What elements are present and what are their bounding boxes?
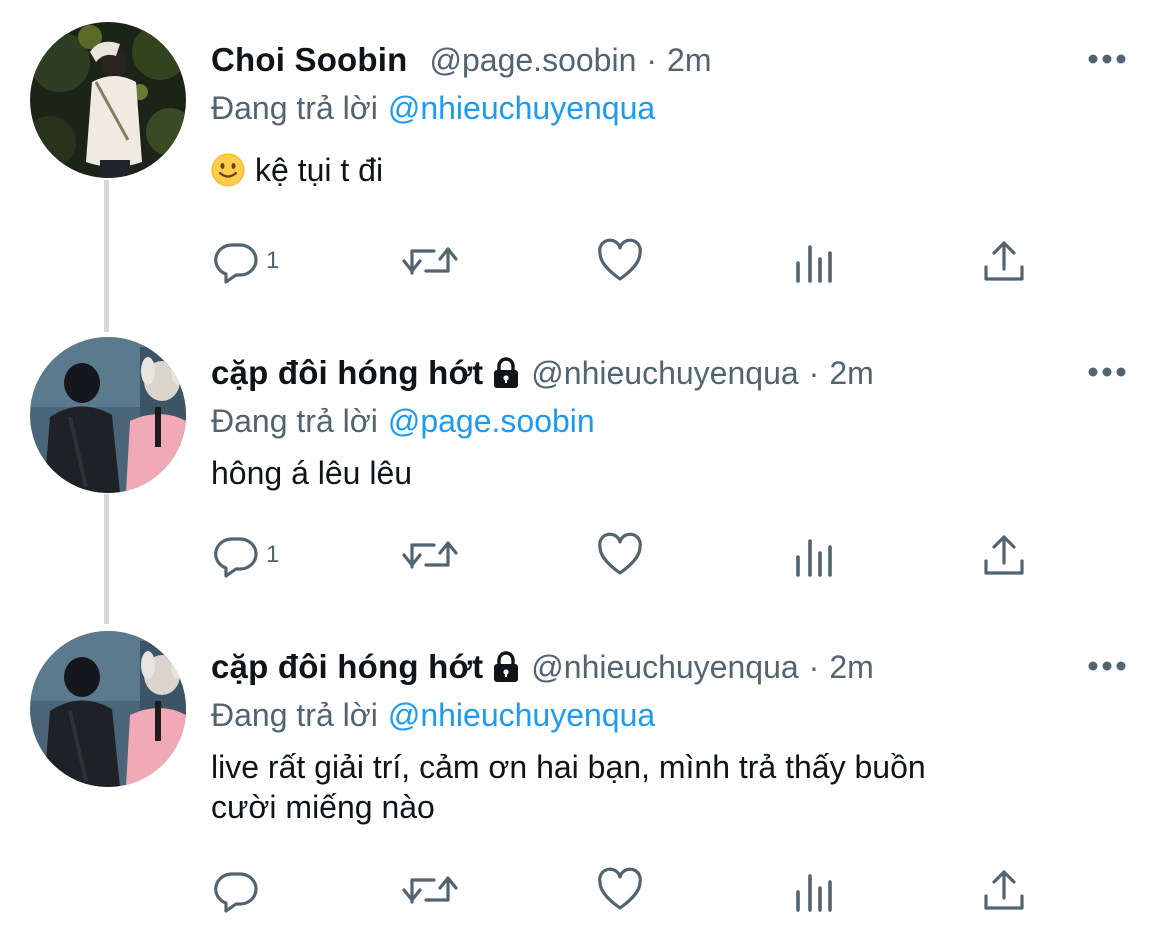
replying-to: Đang trả lời @page.soobin (211, 403, 595, 440)
retweet-icon (402, 247, 458, 275)
share-button[interactable] (980, 865, 1028, 915)
user-handle[interactable]: @nhieuchuyenqua (531, 649, 798, 686)
heart-icon (598, 238, 642, 281)
avatar[interactable] (30, 22, 186, 178)
tweet[interactable]: Choi Soobin @page.soobin · 2m Đang trả l… (0, 22, 1170, 320)
reply-count: 1 (266, 247, 280, 274)
tweet-text-content: kệ tụi t đi (255, 152, 384, 188)
more-options-icon[interactable] (1086, 365, 1128, 379)
timestamp[interactable]: 2m (829, 355, 873, 392)
share-button[interactable] (980, 530, 1028, 580)
timestamp[interactable]: 2m (829, 649, 873, 686)
action-bar: 1 (212, 236, 1042, 286)
tweet[interactable]: cặp đôi hóng hớt @nhieuchuyenqua · 2m Đa… (0, 631, 1170, 925)
share-button[interactable] (980, 236, 1028, 286)
retweet-button[interactable] (400, 865, 460, 915)
user-handle[interactable]: @page.soobin (430, 42, 637, 79)
views-button[interactable] (790, 236, 838, 286)
like-button[interactable] (596, 236, 644, 286)
analytics-icon (796, 539, 832, 577)
tweet-text-line: live rất giải trí, cảm ơn hai bạn, mình … (211, 749, 926, 785)
slightly-smiling-face-icon (211, 153, 245, 187)
separator-dot: · (808, 354, 820, 391)
analytics-icon (796, 874, 832, 912)
avatar[interactable] (30, 631, 186, 787)
analytics-icon (796, 245, 832, 283)
separator-dot: · (646, 41, 658, 78)
reply-icon (214, 243, 258, 284)
more-options-icon[interactable] (1086, 52, 1128, 66)
separator-dot: · (808, 648, 820, 685)
replying-to-label: Đang trả lời (211, 90, 378, 126)
user-handle[interactable]: @nhieuchuyenqua (531, 355, 798, 392)
like-button[interactable] (596, 865, 644, 915)
views-button[interactable] (790, 530, 838, 580)
mention-link[interactable]: @nhieuchuyenqua (388, 697, 655, 733)
tweet-text-content: hông á lêu lêu (211, 455, 413, 491)
protected-account-lock-icon (494, 357, 519, 388)
replying-to: Đang trả lời @nhieuchuyenqua (211, 697, 655, 734)
retweet-button[interactable] (400, 530, 460, 580)
reply-count: 1 (266, 541, 280, 568)
action-bar: 1 (212, 530, 1042, 580)
timestamp[interactable]: 2m (667, 42, 711, 79)
mention-link[interactable]: @nhieuchuyenqua (388, 90, 655, 126)
share-icon (984, 535, 1024, 575)
avatar-image (30, 631, 186, 787)
reply-icon (214, 537, 258, 578)
replying-to-label: Đang trả lời (211, 697, 378, 733)
mention-link[interactable]: @page.soobin (388, 403, 595, 439)
tweet-text-line: cười miếng nào (211, 789, 435, 825)
views-button[interactable] (790, 865, 838, 915)
tweet-text: hông á lêu lêu (211, 453, 412, 493)
retweet-button[interactable] (400, 236, 460, 286)
display-name[interactable]: Choi Soobin (211, 41, 408, 79)
reply-icon (214, 872, 258, 913)
replying-to: Đang trả lời @nhieuchuyenqua (211, 90, 655, 127)
display-name[interactable]: cặp đôi hóng hớt (211, 648, 483, 686)
reply-button[interactable]: 1 (212, 530, 279, 580)
tweet[interactable]: cặp đôi hóng hớt @nhieuchuyenqua · 2m Đa… (0, 337, 1170, 613)
tweet-header: Choi Soobin @page.soobin · 2m (211, 38, 711, 82)
tweet-header: cặp đôi hóng hớt @nhieuchuyenqua · 2m (211, 351, 874, 395)
display-name[interactable]: cặp đôi hóng hớt (211, 354, 483, 392)
heart-icon (598, 532, 642, 575)
replying-to-label: Đang trả lời (211, 403, 378, 439)
share-icon (984, 870, 1024, 910)
protected-account-lock-icon (494, 651, 519, 682)
tweet-header: cặp đôi hóng hớt @nhieuchuyenqua · 2m (211, 645, 874, 689)
heart-icon (598, 867, 642, 910)
avatar-image (30, 22, 186, 178)
more-options-icon[interactable] (1086, 659, 1128, 673)
retweet-icon (402, 541, 458, 569)
reply-button[interactable] (212, 865, 266, 915)
avatar[interactable] (30, 337, 186, 493)
retweet-icon (402, 876, 458, 904)
like-button[interactable] (596, 530, 644, 580)
action-bar (212, 865, 1042, 915)
tweet-text: kệ tụi t đi (211, 150, 383, 190)
avatar-image (30, 337, 186, 493)
reply-button[interactable]: 1 (212, 236, 279, 286)
share-icon (984, 241, 1024, 281)
tweet-text: live rất giải trí, cảm ơn hai bạn, mình … (211, 747, 926, 827)
